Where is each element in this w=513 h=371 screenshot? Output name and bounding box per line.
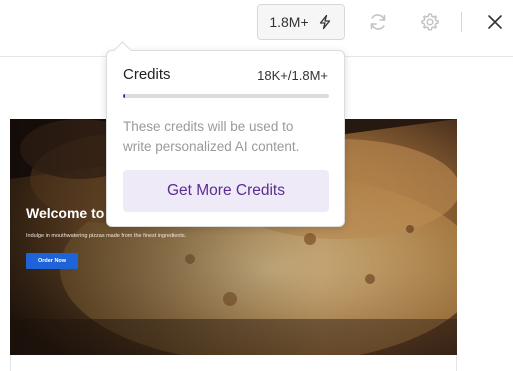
order-now-button[interactable]: Order Now [26, 253, 78, 269]
credits-progress-fill [123, 94, 126, 98]
credits-count: 18K+/1.8M+ [257, 68, 328, 83]
preview-footer [10, 355, 457, 371]
settings-button[interactable] [419, 11, 441, 33]
refresh-button[interactable] [367, 11, 389, 33]
popover-title: Credits [123, 66, 171, 83]
credits-progress [123, 94, 329, 98]
credits-description: These credits will be used to write pers… [123, 119, 300, 154]
hero-title: Welcome to [26, 205, 105, 221]
get-more-credits-button[interactable]: Get More Credits [123, 170, 329, 212]
lightning-icon [319, 14, 330, 30]
credits-label: 1.8M+ [269, 14, 309, 30]
top-toolbar: 1.8M+ [0, 0, 513, 57]
gear-icon [421, 13, 439, 31]
close-icon [488, 15, 502, 29]
credits-button[interactable]: 1.8M+ [257, 4, 345, 40]
hero-subtitle: Indulge in mouthwatering pizzas made fro… [26, 233, 187, 239]
close-button[interactable] [484, 11, 506, 33]
credits-popover: Credits 18K+/1.8M+ These credits will be… [106, 41, 345, 227]
refresh-icon [370, 14, 386, 30]
toolbar-divider [461, 12, 462, 32]
